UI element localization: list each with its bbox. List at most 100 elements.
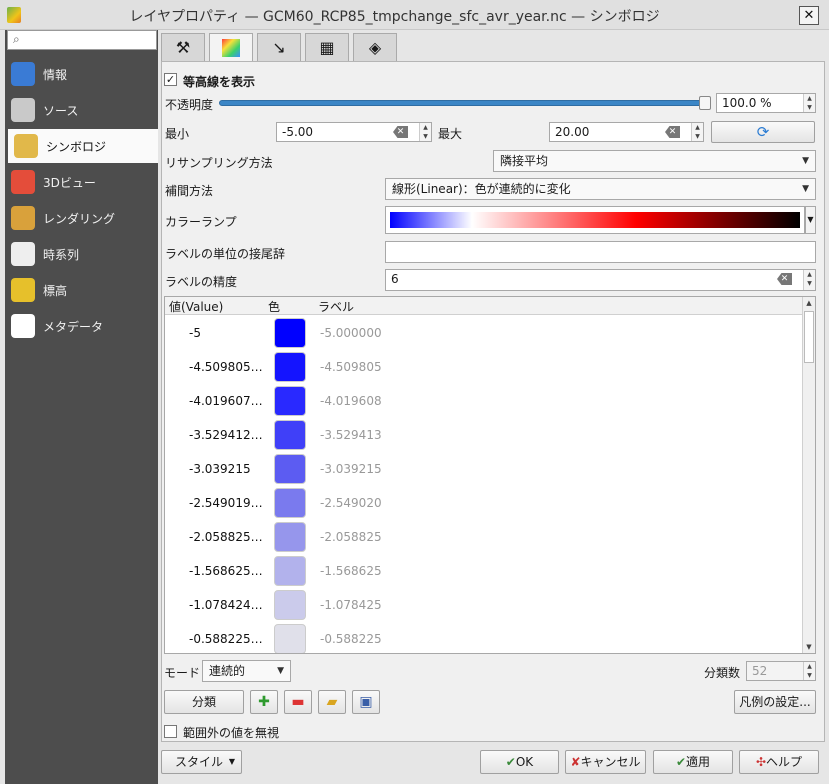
opacity-slider-track[interactable]: [219, 100, 709, 106]
class-value[interactable]: -3.039215: [189, 462, 251, 476]
classify-button[interactable]: 分類: [164, 690, 244, 714]
add-class-button[interactable]: ✚: [250, 690, 278, 714]
tab-hammer[interactable]: ⚒: [161, 33, 205, 61]
table-row[interactable]: -3.529412… -3.529413: [165, 418, 803, 452]
ok-button[interactable]: ✔OK: [480, 750, 559, 774]
table-row[interactable]: -3.039215 -3.039215: [165, 452, 803, 486]
tab-arrow-down-right[interactable]: ↘: [257, 33, 301, 61]
table-row[interactable]: -4.509805… -4.509805: [165, 350, 803, 384]
sidebar-item-4[interactable]: レンダリング: [5, 201, 158, 235]
remove-class-button[interactable]: ▬: [284, 690, 312, 714]
class-label[interactable]: -3.039215: [320, 462, 382, 476]
class-label[interactable]: -5.000000: [320, 326, 382, 340]
class-label[interactable]: -4.509805: [320, 360, 382, 374]
sidebar-item-2[interactable]: シンボロジ: [8, 129, 158, 163]
class-value[interactable]: -5: [189, 326, 201, 340]
sidebar-item-6[interactable]: 標高: [5, 273, 158, 307]
show-contours-checkbox[interactable]: ✓: [164, 73, 177, 86]
class-value[interactable]: -1.078424…: [189, 598, 263, 612]
opacity-spin-arrows[interactable]: ▲ ▼: [803, 94, 815, 112]
apply-button[interactable]: ✔適用: [653, 750, 733, 774]
class-color-swatch[interactable]: [274, 386, 306, 416]
precision-spin-arrows[interactable]: ▲ ▼: [803, 270, 815, 290]
table-row[interactable]: -5 -5.000000: [165, 316, 803, 350]
column-header-color[interactable]: 色: [268, 298, 280, 315]
class-color-swatch[interactable]: [274, 420, 306, 450]
classes-spinbox[interactable]: 52 ▲ ▼: [746, 661, 816, 681]
color-classes-table[interactable]: 値(Value) 色 ラベル -5 -5.000000 -4.509805… -4.5…: [164, 296, 816, 654]
legend-settings-button[interactable]: 凡例の設定...: [734, 690, 816, 714]
style-menu-button[interactable]: スタイル ▼: [161, 750, 242, 774]
class-label[interactable]: -2.058825: [320, 530, 382, 544]
mode-select[interactable]: 連続的 ▼: [202, 660, 291, 682]
max-value-input[interactable]: 20.00 ✕ ▲ ▼: [549, 122, 704, 142]
refresh-minmax-button[interactable]: ⟳: [711, 121, 815, 143]
class-value[interactable]: -0.588225…: [189, 632, 263, 646]
table-row[interactable]: -2.058825… -2.058825: [165, 520, 803, 554]
table-row[interactable]: -1.568625… -1.568625: [165, 554, 803, 588]
class-value[interactable]: -4.509805…: [189, 360, 263, 374]
tab-color-gradient[interactable]: [209, 33, 253, 62]
class-color-swatch[interactable]: [274, 488, 306, 518]
sidebar-item-0[interactable]: 情報: [5, 57, 158, 91]
class-value[interactable]: -4.019607…: [189, 394, 263, 408]
scrollbar-thumb[interactable]: [804, 311, 814, 363]
clear-icon[interactable]: ✕: [665, 126, 680, 138]
class-color-swatch[interactable]: [274, 590, 306, 620]
color-ramp-button[interactable]: [385, 206, 805, 234]
save-colormap-button[interactable]: ▣: [352, 690, 380, 714]
style-label: スタイル: [175, 755, 224, 769]
sidebar-item-7[interactable]: メタデータ: [5, 309, 158, 343]
clear-icon[interactable]: ✕: [393, 126, 408, 138]
class-color-swatch[interactable]: [274, 624, 306, 653]
class-color-swatch[interactable]: [274, 318, 306, 348]
min-spin-arrows[interactable]: ▲ ▼: [419, 123, 431, 141]
class-color-swatch[interactable]: [274, 556, 306, 586]
class-label[interactable]: -0.588225: [320, 632, 382, 646]
clear-icon[interactable]: ✕: [777, 273, 792, 285]
cancel-button[interactable]: ✘キャンセル: [565, 750, 646, 774]
class-color-swatch[interactable]: [274, 454, 306, 484]
label-suffix-input[interactable]: [385, 241, 816, 263]
load-colormap-button[interactable]: ▰: [318, 690, 346, 714]
class-color-swatch[interactable]: [274, 352, 306, 382]
color-ramp-menu-arrow[interactable]: ▼: [805, 206, 816, 234]
ignore-out-of-range-checkbox[interactable]: [164, 725, 177, 738]
sidebar-item-1[interactable]: ソース: [5, 93, 158, 127]
class-value[interactable]: -3.529412…: [189, 428, 263, 442]
table-row[interactable]: -0.588225… -0.588225: [165, 622, 803, 653]
class-label[interactable]: -4.019608: [320, 394, 382, 408]
class-label[interactable]: -1.078425: [320, 598, 382, 612]
table-row[interactable]: -1.078424… -1.078425: [165, 588, 803, 622]
help-button[interactable]: ✣ヘルプ: [739, 750, 819, 774]
min-value-input[interactable]: -5.00 ✕ ▲ ▼: [276, 122, 432, 142]
class-value[interactable]: -1.568625…: [189, 564, 263, 578]
window-close-button[interactable]: ✕: [799, 6, 819, 25]
column-header-label[interactable]: ラベル: [318, 298, 354, 315]
label-precision-label: ラベルの精度: [165, 275, 238, 289]
opacity-spinbox[interactable]: 100.0 % ▲ ▼: [716, 93, 816, 113]
classes-spin-arrows[interactable]: ▲ ▼: [803, 662, 815, 680]
table-row[interactable]: -2.549019… -2.549020: [165, 486, 803, 520]
class-label[interactable]: -3.529413: [320, 428, 382, 442]
column-header-value[interactable]: 値(Value): [169, 298, 223, 315]
tab-grid-table[interactable]: ▦: [305, 33, 349, 61]
opacity-slider-handle[interactable]: [699, 96, 711, 110]
scroll-down-icon[interactable]: ▼: [803, 641, 815, 653]
sidebar-search-input[interactable]: ⌕: [7, 30, 157, 50]
class-label[interactable]: -2.549020: [320, 496, 382, 510]
scroll-up-icon[interactable]: ▲: [803, 297, 815, 309]
sidebar-item-3[interactable]: 3Dビュー: [5, 165, 158, 199]
sidebar-item-5[interactable]: 時系列: [5, 237, 158, 271]
class-value[interactable]: -2.549019…: [189, 496, 263, 510]
interpolation-select[interactable]: 線形(Linear)：色が連続的に変化 ▼: [385, 178, 816, 200]
label-precision-input[interactable]: 6 ✕ ▲ ▼: [385, 269, 816, 291]
table-scrollbar[interactable]: ▲ ▼: [802, 297, 815, 653]
table-row[interactable]: -4.019607… -4.019608: [165, 384, 803, 418]
class-color-swatch[interactable]: [274, 522, 306, 552]
max-spin-arrows[interactable]: ▲ ▼: [691, 123, 703, 141]
class-label[interactable]: -1.568625: [320, 564, 382, 578]
class-value[interactable]: -2.058825…: [189, 530, 263, 544]
resampling-select[interactable]: 隣接平均 ▼: [493, 150, 816, 172]
tab-layers-stack[interactable]: ◈: [353, 33, 397, 61]
